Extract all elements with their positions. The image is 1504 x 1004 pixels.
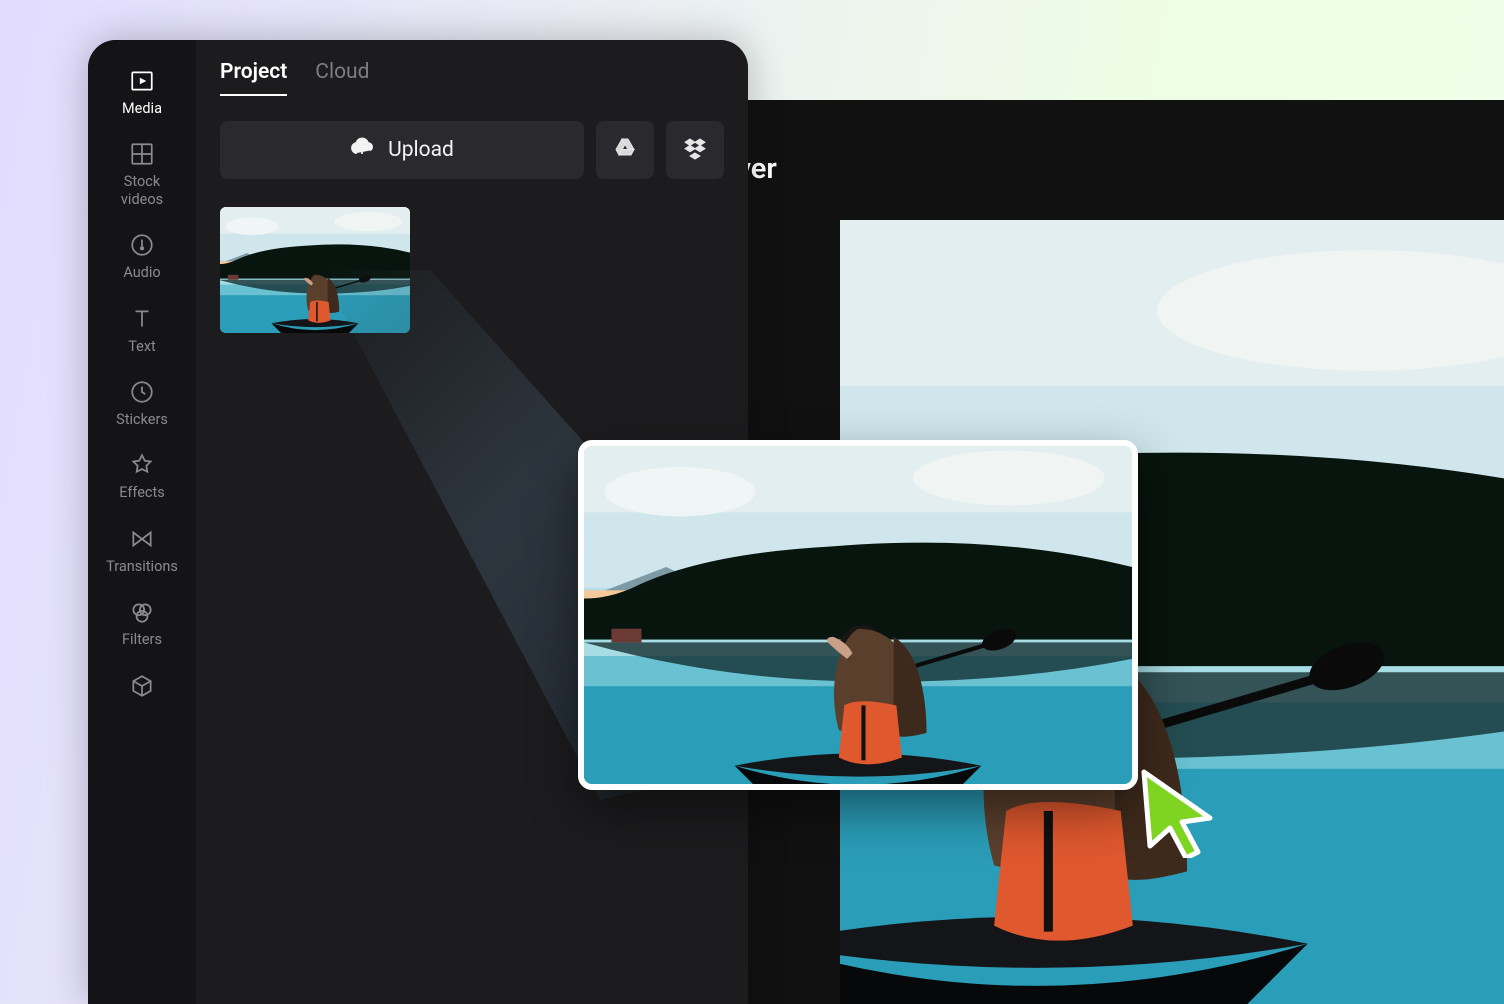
transitions-icon [129, 526, 155, 552]
google-drive-icon [613, 136, 637, 164]
sidebar-item-audio[interactable]: Audio [88, 232, 196, 281]
sidebar-item-label: Media [122, 100, 162, 117]
upload-row: Upload [220, 121, 724, 179]
sidebar-item-cube[interactable] [88, 673, 196, 705]
sidebar-item-stickers[interactable]: Stickers [88, 379, 196, 428]
stock-icon [129, 141, 155, 167]
text-icon [129, 306, 155, 332]
sidebar-item-stock-videos[interactable]: Stock videos [88, 141, 196, 208]
dropbox-button[interactable] [666, 121, 724, 179]
sidebar-item-text[interactable]: Text [88, 306, 196, 355]
effects-icon [129, 452, 155, 478]
cube-icon [129, 673, 155, 699]
dragged-clip-preview[interactable] [578, 440, 1138, 790]
sidebar-item-label: Audio [123, 264, 160, 281]
sidebar-item-label: Stock videos [121, 173, 163, 208]
stickers-icon [129, 379, 155, 405]
media-icon [129, 68, 155, 94]
audio-icon [129, 232, 155, 258]
sidebar-item-media[interactable]: Media [88, 68, 196, 117]
upload-button[interactable]: Upload [220, 121, 584, 179]
cursor-icon [1138, 768, 1218, 858]
tab-project[interactable]: Project [220, 60, 287, 96]
filters-icon [129, 599, 155, 625]
sidebar-item-label: Text [128, 338, 156, 355]
sidebar-item-label: Stickers [116, 411, 168, 428]
sidebar-item-label: Filters [122, 631, 162, 648]
upload-label: Upload [388, 138, 454, 162]
media-thumbnail[interactable] [220, 207, 410, 333]
upload-icon [350, 135, 374, 165]
sidebar-item-filters[interactable]: Filters [88, 599, 196, 648]
sidebar-item-effects[interactable]: Effects [88, 452, 196, 501]
media-tabs: Project Cloud [220, 60, 724, 97]
google-drive-button[interactable] [596, 121, 654, 179]
sidebar: Media Stock videos Audio Text Stickers [88, 40, 196, 1004]
sidebar-item-label: Effects [119, 484, 165, 501]
dropbox-icon [683, 136, 707, 164]
tab-cloud[interactable]: Cloud [315, 60, 369, 96]
sidebar-item-label: Transitions [106, 558, 178, 575]
sidebar-item-transitions[interactable]: Transitions [88, 526, 196, 575]
